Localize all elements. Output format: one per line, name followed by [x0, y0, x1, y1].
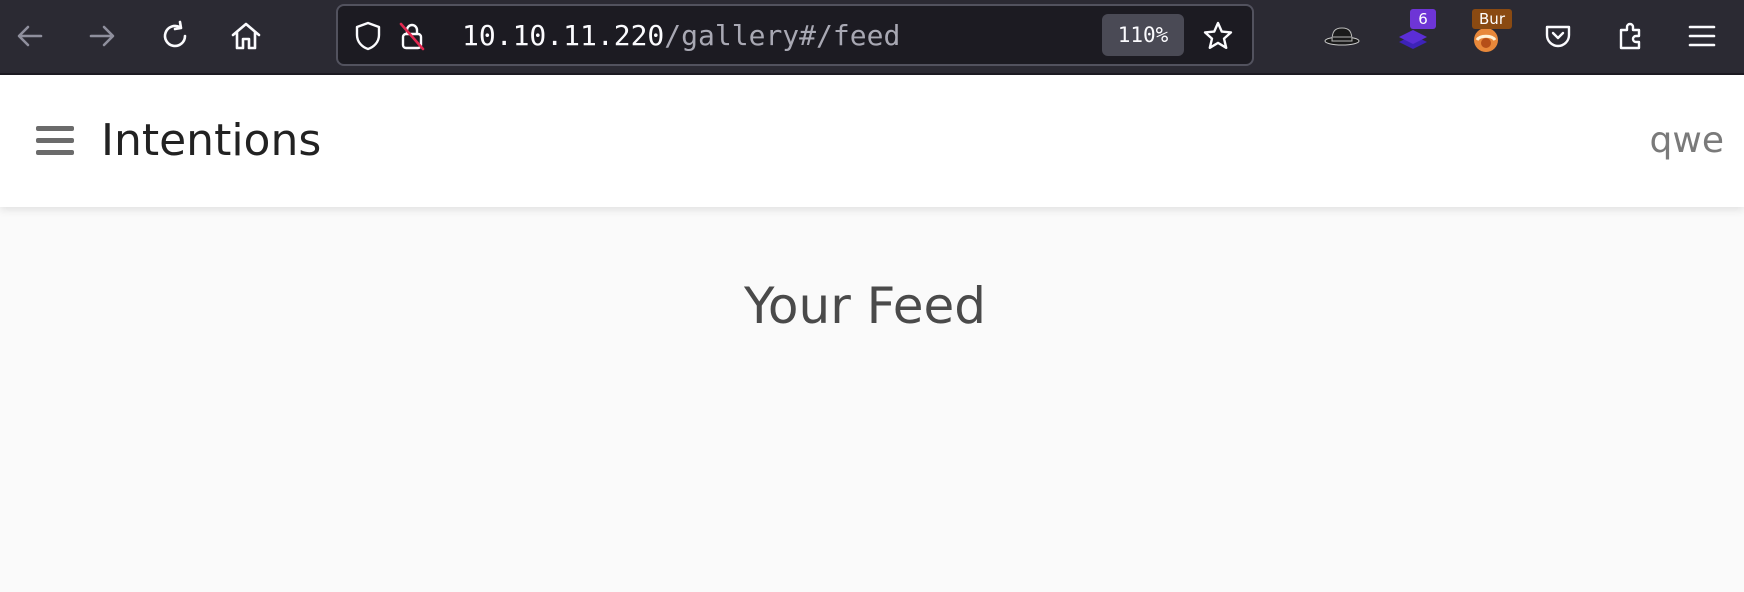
back-arrow-icon: [17, 25, 43, 47]
hamburger-menu-icon[interactable]: [1680, 14, 1724, 58]
address-bar[interactable]: 10.10.11.220/gallery#/feed 110%: [336, 4, 1254, 66]
app-title[interactable]: Intentions: [101, 113, 321, 169]
hamburger-line: [36, 138, 74, 143]
reload-icon: [163, 20, 187, 48]
star-icon[interactable]: [1200, 18, 1236, 54]
hamburger-menu-icon: [36, 126, 74, 131]
home-icon: [231, 22, 261, 50]
hamburger-line: [36, 150, 74, 155]
app-header: Intentions qwe: [0, 75, 1744, 207]
reload-button[interactable]: [153, 14, 197, 58]
page-title: Your Feed: [744, 277, 986, 335]
pocket-icon[interactable]: [1536, 14, 1580, 58]
zoom-level-button[interactable]: 110%: [1102, 14, 1184, 56]
puzzle-extensions-icon[interactable]: [1609, 14, 1653, 58]
burp-badge: Bur: [1472, 9, 1512, 29]
fedora-hat-icon[interactable]: [1320, 14, 1364, 58]
back-button[interactable]: [8, 14, 52, 58]
forward-arrow-icon: [89, 25, 115, 47]
url-host: 10.10.11.220: [462, 19, 665, 52]
insecure-lock-icon[interactable]: [396, 20, 428, 52]
forward-button[interactable]: [80, 14, 124, 58]
app-menu-button[interactable]: [32, 121, 78, 161]
url-path: /gallery#/feed: [664, 19, 901, 52]
url-text[interactable]: 10.10.11.220/gallery#/feed: [462, 18, 900, 54]
user-menu[interactable]: qwe: [1650, 119, 1724, 163]
home-button[interactable]: [224, 14, 268, 58]
shield-icon[interactable]: [352, 20, 384, 52]
browser-toolbar: 10.10.11.220/gallery#/feed 110% 6 Bur: [0, 0, 1744, 75]
layers-badge: 6: [1410, 9, 1436, 29]
